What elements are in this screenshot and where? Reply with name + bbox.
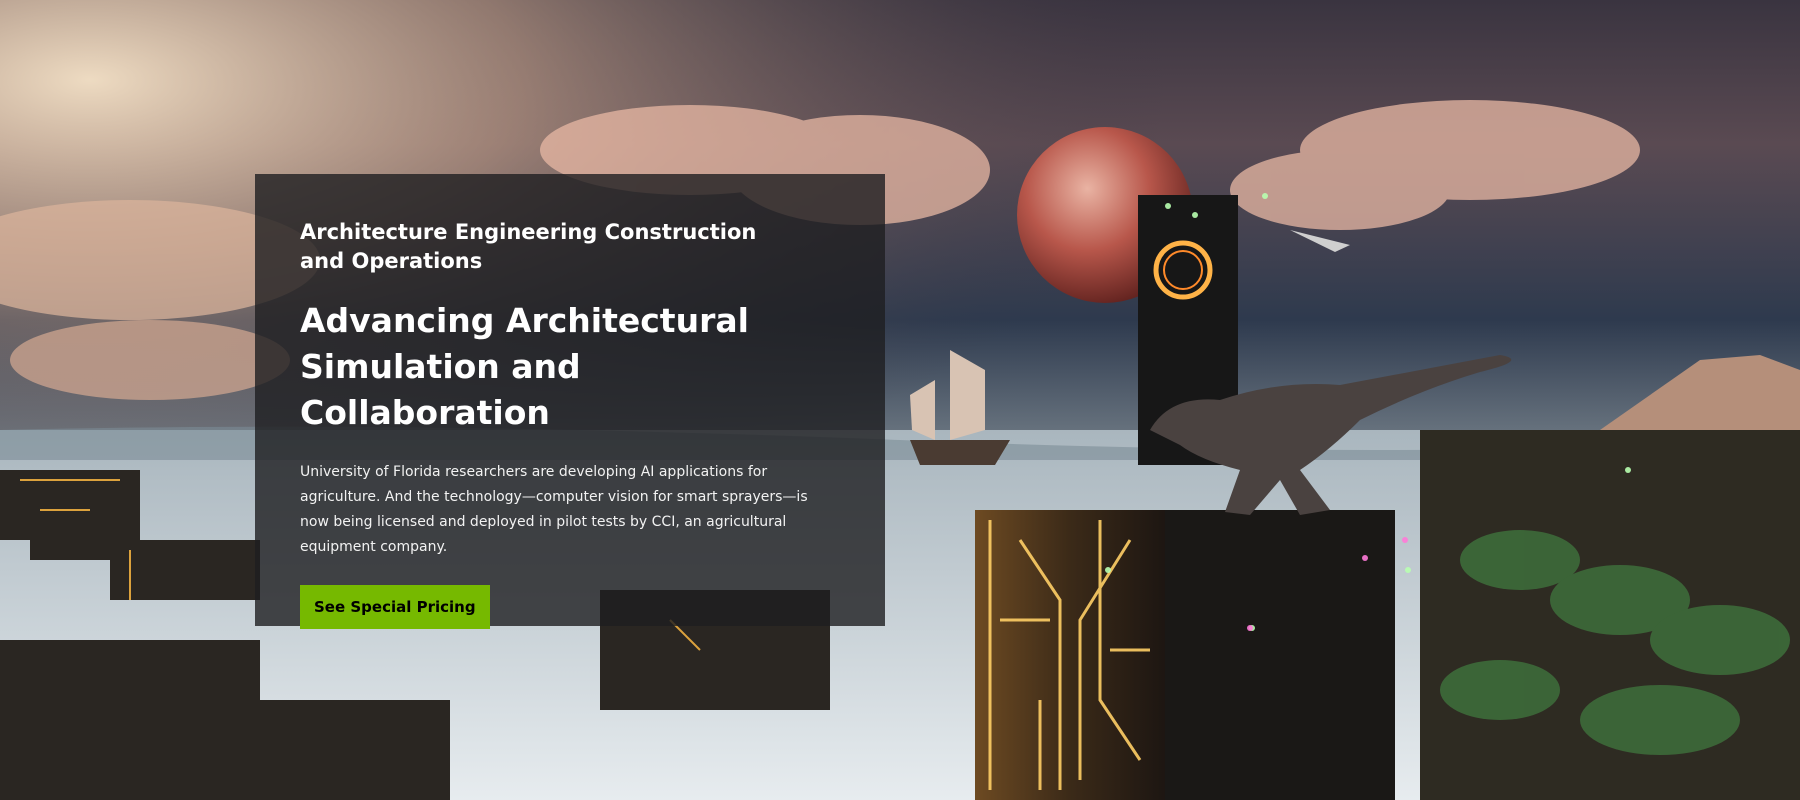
see-special-pricing-button[interactable]: See Special Pricing <box>300 585 490 629</box>
hero-content-panel: Architecture Engineering Construction an… <box>255 174 885 629</box>
hero-description: University of Florida researchers are de… <box>300 464 808 555</box>
hero-eyebrow: Architecture Engineering Construction an… <box>300 220 757 273</box>
hero-headline: Advancing Architectural Simulation and C… <box>300 301 749 432</box>
hero-banner: Architecture Engineering Construction an… <box>0 0 1800 800</box>
